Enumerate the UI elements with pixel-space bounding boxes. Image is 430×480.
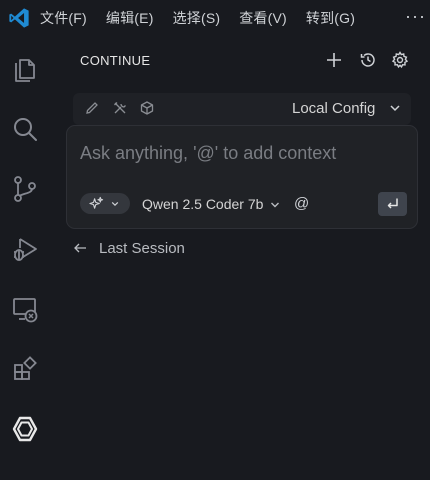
- send-button[interactable]: [378, 192, 407, 216]
- chevron-down-icon[interactable]: [389, 102, 401, 114]
- last-session-link[interactable]: Last Session: [73, 238, 185, 258]
- continue-icon[interactable]: [9, 413, 41, 445]
- model-selector[interactable]: Qwen 2.5 Coder 7b: [142, 196, 263, 212]
- arrow-left-icon: [74, 243, 86, 253]
- search-icon[interactable]: [9, 113, 41, 145]
- menu-view[interactable]: 查看(V): [239, 8, 287, 28]
- mode-selector[interactable]: [80, 193, 130, 214]
- title-bar: 文件(F) 编辑(E) 选择(S) 查看(V) 转到(G) ···: [0, 0, 430, 36]
- menu-more-button[interactable]: ···: [405, 6, 426, 27]
- sparkle-icon: [89, 196, 104, 209]
- last-session-label: Last Session: [99, 239, 185, 257]
- menu-edit[interactable]: 编辑(E): [106, 8, 154, 28]
- config-selector[interactable]: Local Config: [292, 100, 375, 117]
- remote-explorer-icon[interactable]: [9, 293, 41, 325]
- chevron-down-icon[interactable]: [270, 200, 280, 210]
- panel-header: CONTINUE: [80, 48, 420, 74]
- cube-icon[interactable]: [139, 100, 155, 116]
- vscode-logo-icon: [9, 8, 29, 28]
- chat-input[interactable]: Ask anything, '@' to add context Qwen 2.…: [66, 125, 418, 229]
- enter-icon: [387, 198, 398, 209]
- pencil-icon[interactable]: [84, 100, 100, 116]
- explorer-icon[interactable]: [9, 52, 41, 84]
- chevron-down-icon: [111, 201, 119, 207]
- gear-icon[interactable]: [389, 49, 411, 71]
- menu-selection[interactable]: 选择(S): [173, 8, 221, 28]
- run-debug-icon[interactable]: [9, 233, 41, 265]
- activity-bar: [0, 36, 50, 480]
- at-mention-button[interactable]: @: [294, 195, 309, 212]
- plus-icon[interactable]: [323, 49, 345, 71]
- menu-bar: 文件(F) 编辑(E) 选择(S) 查看(V) 转到(G): [40, 0, 374, 36]
- history-icon[interactable]: [357, 49, 379, 71]
- config-bar: Local Config: [73, 93, 411, 125]
- tools-icon[interactable]: [112, 100, 128, 116]
- panel-title: CONTINUE: [80, 53, 151, 68]
- source-control-icon[interactable]: [9, 173, 41, 205]
- input-placeholder: Ask anything, '@' to add context: [80, 143, 337, 163]
- menu-go[interactable]: 转到(G): [306, 8, 355, 28]
- menu-file[interactable]: 文件(F): [40, 8, 87, 28]
- extensions-icon[interactable]: [9, 353, 41, 385]
